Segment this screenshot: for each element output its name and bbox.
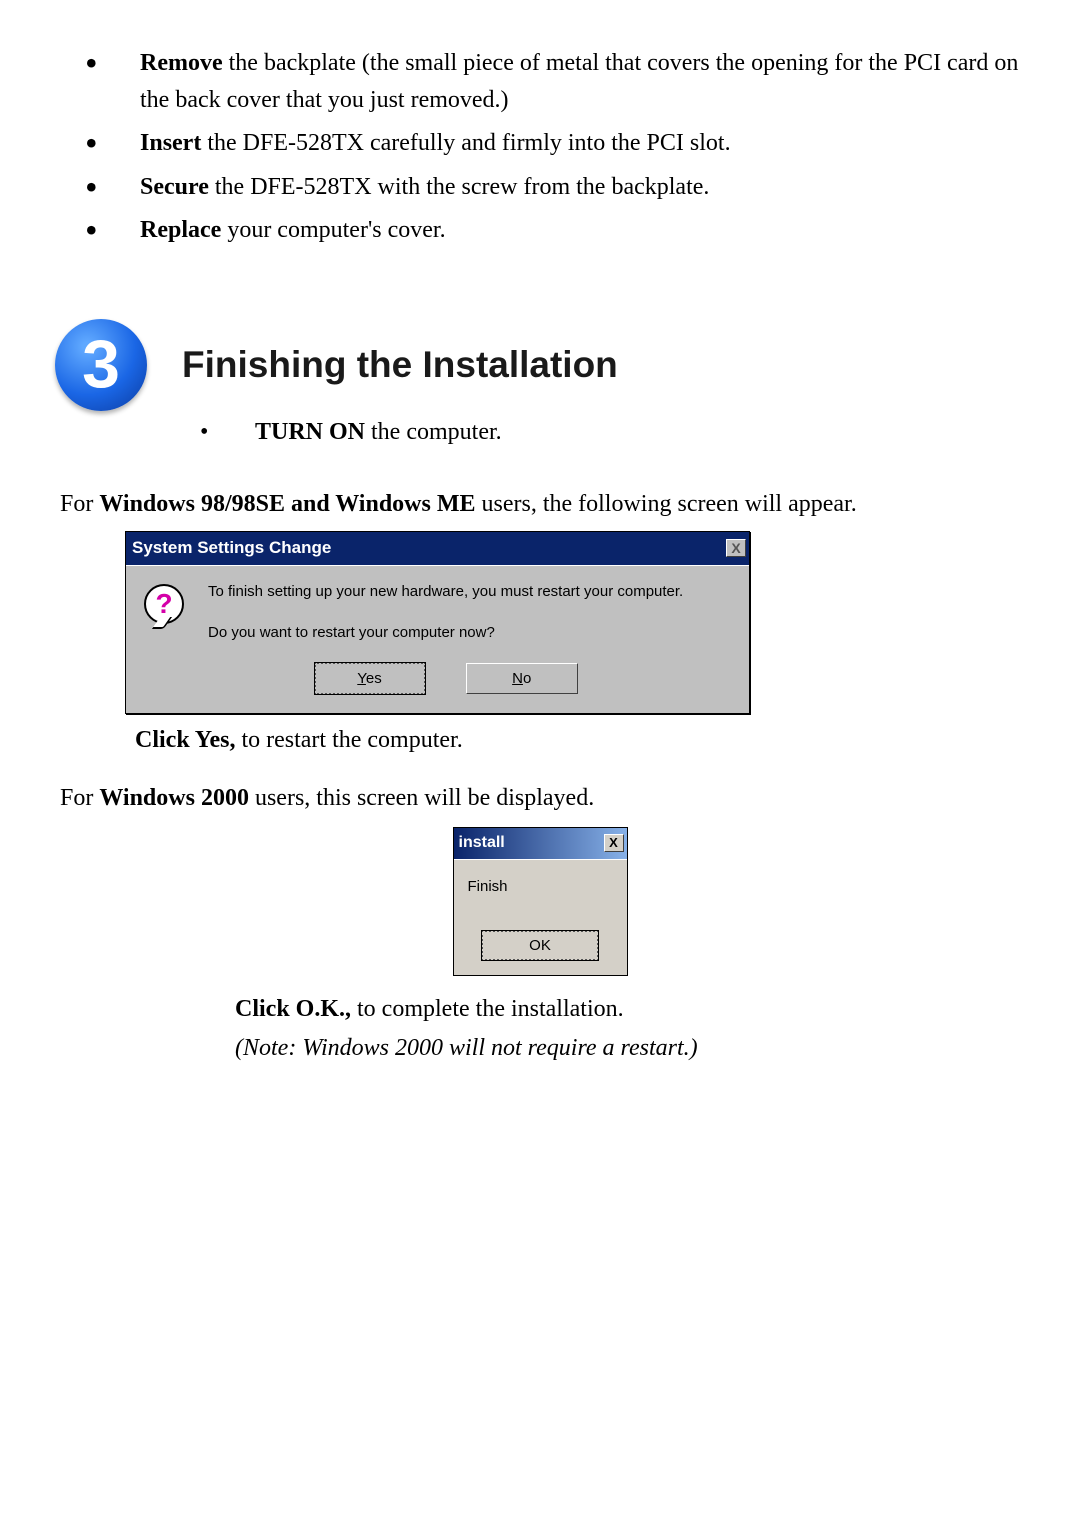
list-item: Secure the DFE-528TX with the screw from… <box>85 169 1025 206</box>
dialog-body: Finish OK <box>454 859 627 976</box>
step-verb: Replace <box>140 217 221 243</box>
list-item: Insert the DFE-528TX carefully and firml… <box>85 125 1025 162</box>
click-yes-instruction: Click Yes, to restart the computer. <box>135 722 1025 759</box>
click-ok-instruction: Click O.K., to complete the installation… <box>235 991 1025 1028</box>
dialog-message: Finish <box>462 875 619 898</box>
section-title: Finishing the Installation <box>182 336 618 393</box>
ok-button[interactable]: OK <box>481 930 599 961</box>
dialog-button-row: Yes No <box>208 662 683 695</box>
dialog-body: ? To finish setting up your new hardware… <box>126 565 749 714</box>
question-icon: ? <box>144 584 186 626</box>
step-verb: Remove <box>140 50 223 76</box>
step-verb: Secure <box>140 174 209 200</box>
install-dialog: install X Finish OK <box>453 827 628 976</box>
yes-button[interactable]: Yes <box>314 662 426 695</box>
step-text: your computer's cover. <box>221 217 445 243</box>
step-number-badge: 3 <box>55 319 147 411</box>
list-item: TURN ON the computer. <box>200 414 1025 451</box>
hardware-steps-list: Remove the backplate (the small piece of… <box>55 45 1025 249</box>
dialog-title: install <box>459 831 505 856</box>
step-text: the DFE-528TX carefully and firmly into … <box>201 130 730 156</box>
step-verb: TURN ON <box>255 419 365 445</box>
win98-intro-text: For Windows 98/98SE and Windows ME users… <box>55 486 1025 523</box>
system-settings-dialog: System Settings Change X ? To finish set… <box>125 531 750 714</box>
step-text: the DFE-528TX with the screw from the ba… <box>209 174 710 200</box>
win2000-intro-text: For Windows 2000 users, this screen will… <box>55 780 1025 817</box>
close-icon[interactable]: X <box>604 834 624 852</box>
close-icon[interactable]: X <box>726 539 746 557</box>
dialog-titlebar: System Settings Change X <box>126 532 749 564</box>
sub-steps-list: TURN ON the computer. <box>55 414 1025 451</box>
no-button[interactable]: No <box>466 663 578 694</box>
section-header: 3 Finishing the Installation <box>55 319 1025 411</box>
dialog-title: System Settings Change <box>132 535 331 561</box>
dialog-line: To finish setting up your new hardware, … <box>208 580 683 603</box>
step-text: the computer. <box>365 419 502 445</box>
step-text: the backplate (the small piece of metal … <box>140 50 1018 113</box>
step-verb: Insert <box>140 130 201 156</box>
dialog-line: Do you want to restart your computer now… <box>208 621 683 644</box>
dialog-text: To finish setting up your new hardware, … <box>208 580 683 696</box>
list-item: Replace your computer's cover. <box>85 212 1025 249</box>
list-item: Remove the backplate (the small piece of… <box>85 45 1025 119</box>
dialog-titlebar: install X <box>454 828 627 859</box>
restart-note: (Note: Windows 2000 will not require a r… <box>235 1030 1025 1067</box>
